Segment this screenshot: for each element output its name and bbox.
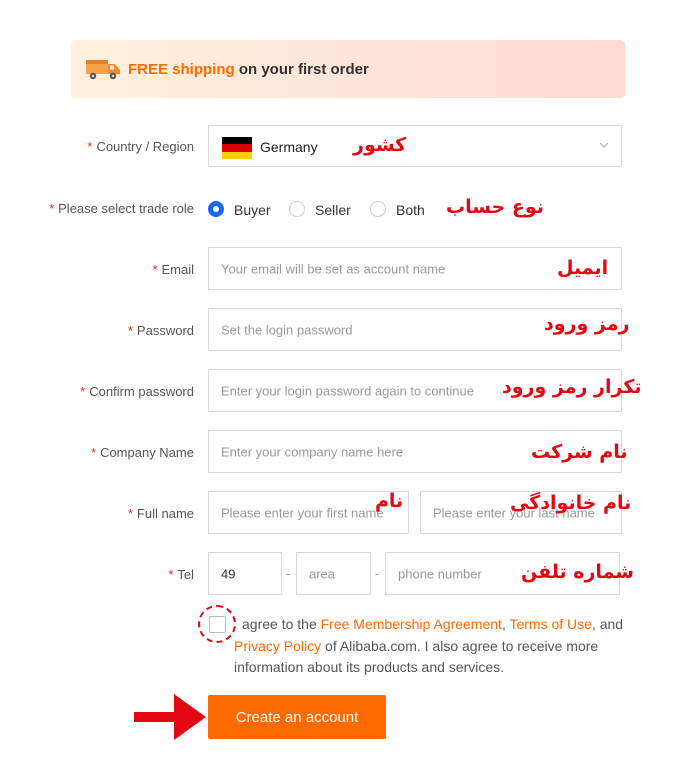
- tel-separator: -: [375, 566, 380, 581]
- first-name-annotation: نام: [375, 490, 404, 512]
- banner-message: on your first order: [234, 61, 369, 78]
- company-annotation: نام شرکت: [531, 441, 628, 463]
- tel-annotation: شماره تلفن: [521, 561, 634, 583]
- tel-separator: -: [286, 566, 291, 581]
- password-annotation: رمز ورود: [544, 313, 630, 335]
- tel-label: * Tel: [168, 567, 194, 582]
- password-placeholder: Set the login password: [221, 322, 353, 337]
- phone-placeholder: phone number: [398, 566, 482, 581]
- radio-buyer-label[interactable]: Buyer: [234, 202, 271, 218]
- trade-role-label: * Please select trade role: [49, 201, 194, 216]
- country-code-value: 49: [221, 566, 236, 581]
- agree-checkbox[interactable]: [209, 616, 226, 633]
- chevron-down-icon: [599, 142, 609, 148]
- truck-icon: [86, 60, 120, 80]
- radio-seller[interactable]: [289, 201, 305, 217]
- last-name-annotation: نام خانوادگی: [510, 492, 632, 514]
- privacy-policy-link[interactable]: Privacy Policy: [234, 638, 321, 654]
- email-placeholder: Your email will be set as account name: [221, 261, 446, 276]
- country-annotation: کشور: [353, 134, 407, 156]
- confirm-password-annotation: تکرار رمز ورود: [502, 376, 642, 398]
- country-label: * Country / Region: [87, 139, 194, 154]
- arrow-right-icon: [134, 694, 206, 740]
- radio-both-label[interactable]: Both: [396, 202, 425, 218]
- full-name-label: * Full name: [127, 506, 194, 521]
- area-placeholder: area: [309, 566, 336, 581]
- email-annotation: ایمیل: [557, 257, 609, 279]
- radio-seller-label[interactable]: Seller: [315, 202, 351, 218]
- radio-buyer[interactable]: [208, 201, 224, 217]
- free-shipping-banner: FREE shipping on your first order: [71, 40, 625, 98]
- membership-agreement-link[interactable]: Free Membership Agreement: [321, 616, 502, 632]
- terms-of-use-link[interactable]: Terms of Use: [509, 616, 591, 632]
- germany-flag-icon: [222, 137, 252, 159]
- password-label: * Password: [127, 323, 194, 338]
- country-value: Germany: [260, 139, 318, 155]
- country-code-field[interactable]: 49: [208, 552, 282, 595]
- agreement-text: agree to the Free Membership Agreement, …: [234, 616, 624, 675]
- company-label: * Company Name: [91, 445, 194, 460]
- trade-role-annotation: نوع حساب: [446, 196, 544, 218]
- banner-text: FREE shipping on your first order: [128, 61, 369, 78]
- area-code-field[interactable]: area: [296, 552, 371, 595]
- radio-both[interactable]: [370, 201, 386, 217]
- first-name-placeholder: Please enter your first name: [221, 505, 384, 520]
- create-account-button[interactable]: Create an account: [208, 695, 386, 739]
- country-select[interactable]: Germany: [208, 125, 622, 167]
- confirm-password-label: * Confirm password: [80, 384, 194, 399]
- email-label: * Email: [152, 262, 194, 277]
- company-placeholder: Enter your company name here: [221, 444, 404, 459]
- banner-highlight: FREE shipping: [128, 61, 235, 78]
- confirm-password-placeholder: Enter your login password again to conti…: [221, 383, 474, 398]
